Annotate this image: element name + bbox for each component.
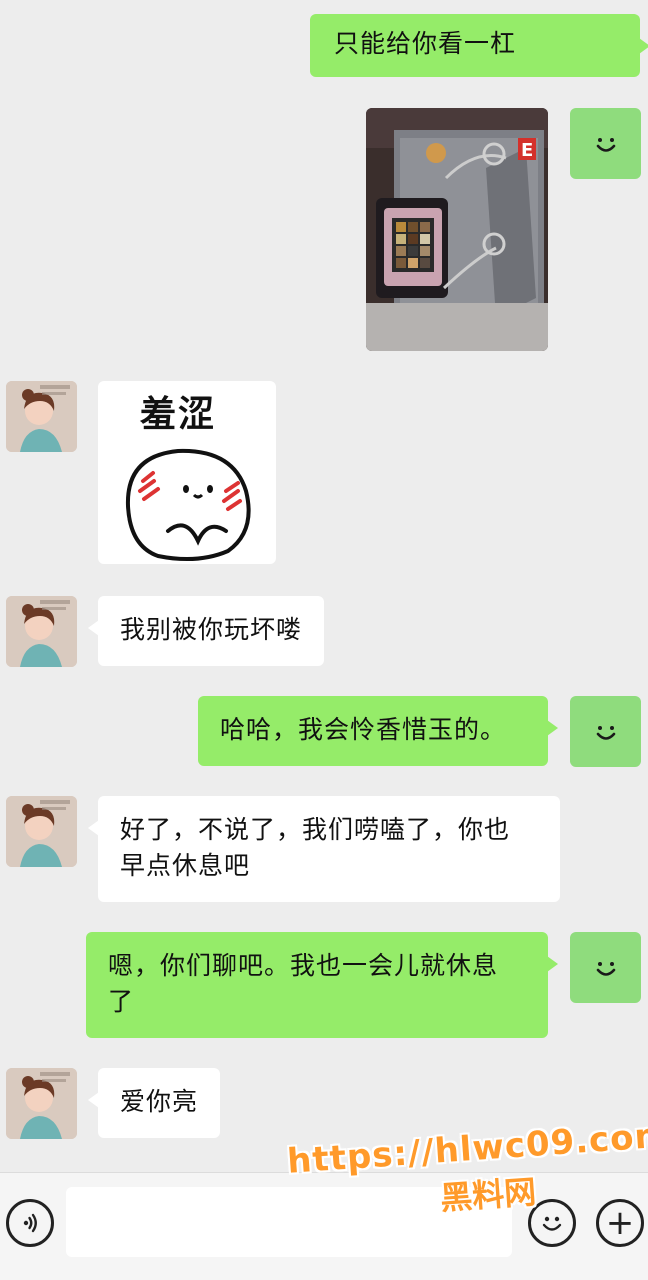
smile-icon [596, 961, 615, 976]
avatar-contact[interactable] [6, 1068, 77, 1139]
message-image[interactable]: E [366, 108, 548, 351]
message-text: 只能给你看一杠 [334, 29, 517, 58]
svg-text:E: E [521, 140, 533, 161]
message-sticker[interactable]: 羞涩 [98, 381, 276, 564]
avatar-self[interactable] [570, 108, 641, 179]
message-text-line: 嗯，你们聊吧。我也一会儿就休息 [108, 951, 499, 980]
emoji-button[interactable] [528, 1199, 576, 1247]
message-bubble-outgoing[interactable]: 只能给你看一杠 [310, 14, 648, 77]
emoji-icon [542, 1216, 562, 1231]
avatar-girl-image [6, 381, 77, 452]
voice-icon [23, 1213, 37, 1233]
shy-face-sticker [125, 448, 251, 561]
avatar-self[interactable] [570, 696, 641, 767]
message-bubble-incoming[interactable]: 我别被你玩坏喽 [87, 596, 325, 666]
avatar-contact[interactable] [6, 796, 77, 867]
makeup-photo: E [366, 108, 548, 351]
message-input[interactable] [66, 1187, 512, 1257]
message-bubble-outgoing[interactable]: 嗯，你们聊吧。我也一会儿就休息 了 [86, 932, 558, 1038]
avatar-contact[interactable] [6, 596, 77, 667]
input-bar: + [0, 1172, 648, 1280]
smile-icon [596, 725, 615, 740]
chat-area[interactable]: 只能给你看一杠 E 羞涩 我别被你玩坏喽 哈哈，我会怜香惜玉的。 好了，不说了，… [0, 0, 648, 1170]
message-text-line: 好了，不说了，我们唠嗑了，你也 [120, 815, 511, 844]
plus-icon: + [605, 1203, 635, 1243]
message-text-line: 了 [108, 987, 135, 1016]
message-bubble-outgoing[interactable]: 哈哈，我会怜香惜玉的。 [198, 696, 558, 766]
message-bubble-incoming[interactable]: 好了，不说了，我们唠嗑了，你也 早点休息吧 [88, 796, 560, 902]
smile-icon [596, 137, 615, 152]
avatar-self[interactable] [570, 932, 641, 1003]
more-button[interactable]: + [596, 1199, 644, 1247]
avatar-girl-image [6, 796, 77, 867]
avatar-girl-image [6, 596, 77, 667]
message-bubble-incoming[interactable]: 爱你亮 [87, 1068, 221, 1138]
avatar-contact[interactable] [6, 381, 77, 452]
voice-button[interactable] [6, 1199, 54, 1247]
message-text: 爱你亮 [120, 1087, 199, 1116]
message-text: 我别被你玩坏喽 [120, 615, 303, 644]
message-text-line: 早点休息吧 [120, 851, 251, 880]
message-text: 哈哈，我会怜香惜玉的。 [220, 715, 507, 744]
avatar-girl-image [6, 1068, 77, 1139]
